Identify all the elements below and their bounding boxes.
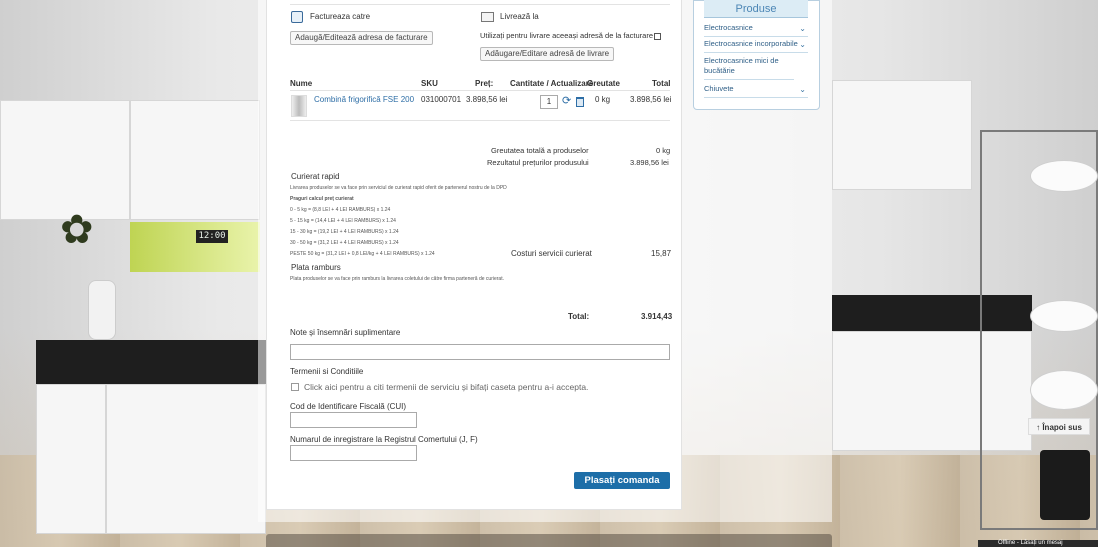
shipping-title: Livrează la [500, 12, 539, 21]
divider [290, 4, 670, 5]
background-cabinet [106, 384, 266, 534]
background-plate [1030, 300, 1098, 332]
total-label: Total: [568, 312, 590, 321]
refresh-icon[interactable]: ⟳ [562, 96, 571, 107]
billing-icon [291, 11, 303, 23]
product-price: 3.898,56 lei [466, 95, 508, 104]
sidebar-item-label: Electrocasnice mici de bucătărie [704, 56, 779, 75]
fiscal-code-input[interactable] [290, 412, 417, 428]
sidebar-item-electrocasnice[interactable]: Electrocasnice ⌄ [704, 23, 808, 37]
fiscal-code-label: Cod de Identificare Fiscală (CUI) [290, 402, 407, 411]
courier-description: Livrarea produselor se va face prin serv… [290, 185, 507, 191]
terms-checkbox[interactable] [291, 383, 299, 391]
sidebar-item-electrocasnice-mici[interactable]: Electrocasnice mici de bucătărie [704, 56, 794, 80]
back-to-top-button[interactable]: ↑ Înapoi sus [1028, 418, 1090, 435]
sidebar-item-electrocasnice-incorporabile[interactable]: Electrocasnice incorporabile ⌄ [704, 39, 808, 53]
courier-title: Curierat rapid [291, 172, 340, 181]
delete-icon[interactable] [576, 97, 584, 107]
courier-threshold-line: 0 - 5 kg = (8,8 LEI + 4 LEI RAMBURS) x 1… [290, 207, 391, 213]
table-header-total: Total [652, 79, 671, 88]
registry-number-input[interactable] [290, 445, 417, 461]
billing-title: Factureaza catre [310, 12, 371, 21]
sidebar-item-label: Chiuvete [704, 84, 734, 93]
courier-cost-label: Costuri servicii curierat [511, 249, 592, 258]
background-bottles [1040, 450, 1090, 520]
background-lighting [130, 222, 260, 272]
background-plate [1030, 370, 1098, 410]
subtotal-label: Rezultatul prețurilor produsului [487, 158, 589, 167]
chevron-down-icon[interactable]: ⌄ [799, 24, 806, 34]
product-weight: 0 kg [595, 95, 611, 104]
quantity-input[interactable]: 1 [540, 95, 558, 109]
product-name-link[interactable]: Combină frigorifică FSE 200 [314, 95, 414, 104]
terms-checkbox-label[interactable]: Click aici pentru a citi termenii de ser… [304, 382, 588, 392]
background-clock: 12:00 [196, 230, 228, 243]
divider [290, 120, 670, 121]
chevron-down-icon[interactable]: ⌄ [799, 40, 806, 50]
courier-cost-value: 15,87 [651, 249, 672, 258]
background-plant: ✿ [60, 208, 94, 252]
courier-threshold-line: 15 - 30 kg = (19,2 LEI + 4 LEI RAMBURS) … [290, 229, 399, 235]
notes-textarea[interactable] [290, 344, 670, 360]
product-sku: 031000701 [421, 95, 462, 104]
background-plate [1030, 160, 1098, 192]
shipping-icon [481, 12, 494, 22]
subtotal-value: 3.898,56 lei [630, 158, 669, 167]
table-header-weight: Greutate [587, 79, 620, 88]
place-order-button[interactable]: Plasați comanda [574, 472, 670, 489]
table-header-name: Nume [290, 79, 313, 88]
background-cabinet [0, 100, 130, 220]
courier-thresholds-title: Praguri calcul preț curierat [290, 196, 354, 202]
table-header-sku: SKU [421, 79, 438, 88]
cod-description: Plata produselor se va face prin ramburs… [290, 276, 504, 282]
courier-threshold-line: 30 - 50 kg = (31,2 LEI + 4 LEI RAMBURS) … [290, 240, 399, 246]
offline-chat-widget[interactable]: Offline - Lăsați un mesaj [978, 540, 1098, 547]
edit-billing-address-button[interactable]: Adaugă/Editează adresa de facturare [290, 31, 433, 45]
sidebar-item-label: Electrocasnice incorporabile [704, 39, 798, 48]
background-vase [88, 280, 116, 340]
total-weight-label: Greutatea totală a produselor [491, 146, 589, 155]
arrow-up-icon: ↑ [1036, 423, 1041, 432]
table-header-price: Preț: [475, 79, 494, 88]
divider [290, 90, 670, 91]
cod-title: Plata ramburs [291, 263, 341, 272]
product-total: 3.898,56 lei [630, 95, 672, 104]
terms-title: Termenii si Conditiile [290, 367, 364, 376]
total-value: 3.914,43 [641, 312, 673, 321]
sidebar-title: Produse [704, 0, 808, 18]
footer-bar [266, 534, 832, 547]
sidebar-item-chiuvete[interactable]: Chiuvete ⌄ [704, 84, 808, 98]
sidebar-item-label: Electrocasnice [704, 23, 753, 32]
background-cabinet [832, 80, 972, 190]
background-cabinet [130, 100, 260, 220]
background-counter [36, 340, 266, 384]
background-cabinet [36, 384, 106, 534]
registry-number-label: Numarul de inregistrare la Registrul Com… [290, 435, 478, 444]
edit-shipping-address-button[interactable]: Adăugare/Editare adresă de livrare [480, 47, 615, 61]
table-header-quantity: Cantitate / Actualizare [510, 79, 594, 88]
same-address-checkbox[interactable] [654, 33, 661, 40]
courier-threshold-line: PESTE 50 kg = (31,2 LEI + 0,8 LEI/kg + 4… [290, 251, 435, 257]
back-to-top-label: Înapoi sus [1042, 423, 1082, 432]
total-weight-value: 0 kg [656, 146, 671, 155]
notes-label: Note și însemnări suplimentare [290, 328, 401, 337]
courier-threshold-line: 5 - 15 kg = (14,4 LEI + 4 LEI RAMBURS) x… [290, 218, 396, 224]
chevron-down-icon[interactable]: ⌄ [799, 85, 806, 95]
product-thumbnail[interactable] [291, 95, 307, 117]
same-address-label: Utilizați pentru livrare aceeași adresă … [480, 31, 654, 40]
